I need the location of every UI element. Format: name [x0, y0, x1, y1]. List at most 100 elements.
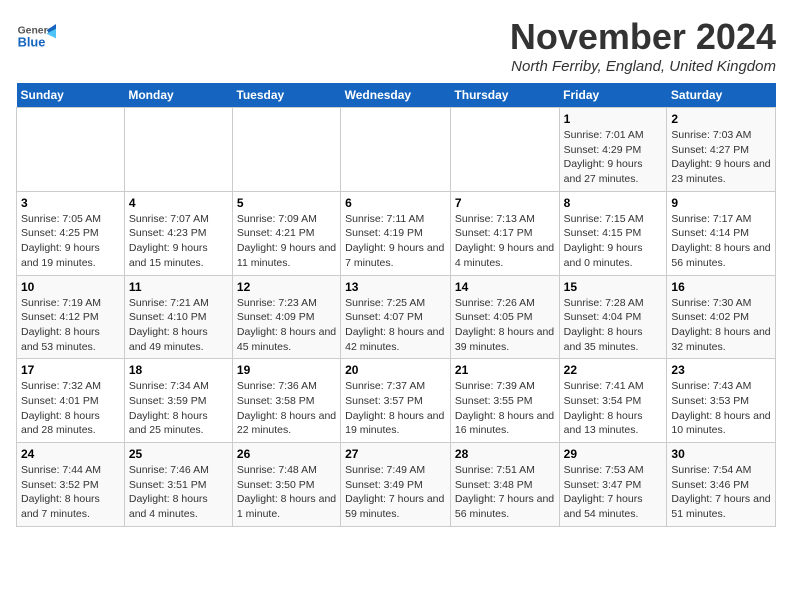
day-cell: 8 Sunrise: 7:15 AM Sunset: 4:15 PM Daylig…	[559, 191, 667, 275]
day-cell: 15Sunrise: 7:28 AM Sunset: 4:04 PM Dayli…	[559, 275, 667, 359]
day-info: Sunrise: 7:48 AM Sunset: 3:50 PM Dayligh…	[237, 463, 336, 522]
day-info: Sunrise: 7:15 AM Sunset: 4:15 PM Dayligh…	[564, 212, 663, 271]
day-number: 5	[237, 196, 336, 210]
day-number: 6	[345, 196, 446, 210]
header-cell-sunday: Sunday	[17, 83, 125, 108]
day-info: Sunrise: 7:51 AM Sunset: 3:48 PM Dayligh…	[455, 463, 555, 522]
day-info: Sunrise: 7:37 AM Sunset: 3:57 PM Dayligh…	[345, 379, 446, 438]
day-info: Sunrise: 7:43 AM Sunset: 3:53 PM Dayligh…	[671, 379, 771, 438]
day-number: 26	[237, 447, 336, 461]
day-info: Sunrise: 7:21 AM Sunset: 4:10 PM Dayligh…	[129, 296, 228, 355]
day-number: 2	[671, 112, 771, 126]
day-cell: 18 Sunrise: 7:34 AM Sunset: 3:59 PM Dayli…	[124, 359, 232, 443]
day-info: Sunrise: 7:17 AM Sunset: 4:14 PM Dayligh…	[671, 212, 771, 271]
day-number: 29	[564, 447, 663, 461]
svg-text:Blue: Blue	[18, 34, 46, 49]
day-cell: 12Sunrise: 7:23 AM Sunset: 4:09 PM Dayli…	[232, 275, 340, 359]
day-cell: 26 Sunrise: 7:48 AM Sunset: 3:50 PM Dayli…	[232, 443, 340, 527]
logo-icon: General Blue	[16, 16, 56, 56]
day-cell: 23 Sunrise: 7:43 AM Sunset: 3:53 PM Dayli…	[667, 359, 776, 443]
day-cell: 20 Sunrise: 7:37 AM Sunset: 3:57 PM Dayli…	[341, 359, 451, 443]
week-row-4: 17Sunrise: 7:32 AM Sunset: 4:01 PM Dayli…	[17, 359, 776, 443]
header-row: SundayMondayTuesdayWednesdayThursdayFrid…	[17, 83, 776, 108]
day-number: 21	[455, 363, 555, 377]
day-number: 23	[671, 363, 771, 377]
day-info: Sunrise: 7:41 AM Sunset: 3:54 PM Dayligh…	[564, 379, 663, 438]
week-row-2: 3Sunrise: 7:05 AM Sunset: 4:25 PM Daylig…	[17, 191, 776, 275]
month-title: November 2024	[510, 16, 776, 58]
header-cell-saturday: Saturday	[667, 83, 776, 108]
week-row-1: 1Sunrise: 7:01 AM Sunset: 4:29 PM Daylig…	[17, 108, 776, 192]
day-info: Sunrise: 7:44 AM Sunset: 3:52 PM Dayligh…	[21, 463, 120, 522]
day-cell: 17Sunrise: 7:32 AM Sunset: 4:01 PM Dayli…	[17, 359, 125, 443]
day-cell	[341, 108, 451, 192]
day-info: Sunrise: 7:30 AM Sunset: 4:02 PM Dayligh…	[671, 296, 771, 355]
day-cell: 25 Sunrise: 7:46 AM Sunset: 3:51 PM Dayli…	[124, 443, 232, 527]
day-cell	[17, 108, 125, 192]
day-number: 7	[455, 196, 555, 210]
day-number: 28	[455, 447, 555, 461]
calendar-header: SundayMondayTuesdayWednesdayThursdayFrid…	[17, 83, 776, 108]
day-number: 9	[671, 196, 771, 210]
day-number: 4	[129, 196, 228, 210]
day-number: 20	[345, 363, 446, 377]
day-number: 14	[455, 280, 555, 294]
day-cell: 4 Sunrise: 7:07 AM Sunset: 4:23 PM Daylig…	[124, 191, 232, 275]
header-cell-tuesday: Tuesday	[232, 83, 340, 108]
day-info: Sunrise: 7:34 AM Sunset: 3:59 PM Dayligh…	[129, 379, 228, 438]
calendar-table: SundayMondayTuesdayWednesdayThursdayFrid…	[16, 83, 776, 527]
day-cell: 5 Sunrise: 7:09 AM Sunset: 4:21 PM Daylig…	[232, 191, 340, 275]
day-info: Sunrise: 7:49 AM Sunset: 3:49 PM Dayligh…	[345, 463, 446, 522]
day-cell: 24 Sunrise: 7:44 AM Sunset: 3:52 PM Dayli…	[17, 443, 125, 527]
day-number: 19	[237, 363, 336, 377]
day-info: Sunrise: 7:25 AM Sunset: 4:07 PM Dayligh…	[345, 296, 446, 355]
day-cell: 10Sunrise: 7:19 AM Sunset: 4:12 PM Dayli…	[17, 275, 125, 359]
day-number: 13	[345, 280, 446, 294]
day-cell: 30Sunrise: 7:54 AM Sunset: 3:46 PM Dayli…	[667, 443, 776, 527]
day-cell	[124, 108, 232, 192]
day-number: 12	[237, 280, 336, 294]
day-number: 24	[21, 447, 120, 461]
day-number: 18	[129, 363, 228, 377]
header: General Blue November 2024 North Ferriby…	[16, 16, 776, 75]
day-number: 11	[129, 280, 228, 294]
day-info: Sunrise: 7:32 AM Sunset: 4:01 PM Dayligh…	[21, 379, 120, 438]
day-cell: 14 Sunrise: 7:26 AM Sunset: 4:05 PM Dayli…	[450, 275, 559, 359]
day-number: 8	[564, 196, 663, 210]
day-info: Sunrise: 7:03 AM Sunset: 4:27 PM Dayligh…	[671, 128, 771, 187]
day-info: Sunrise: 7:01 AM Sunset: 4:29 PM Dayligh…	[564, 128, 663, 187]
day-cell: 1Sunrise: 7:01 AM Sunset: 4:29 PM Daylig…	[559, 108, 667, 192]
day-cell: 16 Sunrise: 7:30 AM Sunset: 4:02 PM Dayli…	[667, 275, 776, 359]
day-info: Sunrise: 7:09 AM Sunset: 4:21 PM Dayligh…	[237, 212, 336, 271]
day-info: Sunrise: 7:54 AM Sunset: 3:46 PM Dayligh…	[671, 463, 771, 522]
day-cell: 21 Sunrise: 7:39 AM Sunset: 3:55 PM Dayli…	[450, 359, 559, 443]
day-number: 3	[21, 196, 120, 210]
day-info: Sunrise: 7:13 AM Sunset: 4:17 PM Dayligh…	[455, 212, 555, 271]
location: North Ferriby, England, United Kingdom	[510, 58, 776, 75]
day-cell	[450, 108, 559, 192]
day-info: Sunrise: 7:36 AM Sunset: 3:58 PM Dayligh…	[237, 379, 336, 438]
day-cell: 27Sunrise: 7:49 AM Sunset: 3:49 PM Dayli…	[341, 443, 451, 527]
day-cell: 22 Sunrise: 7:41 AM Sunset: 3:54 PM Dayli…	[559, 359, 667, 443]
day-info: Sunrise: 7:46 AM Sunset: 3:51 PM Dayligh…	[129, 463, 228, 522]
day-cell: 13 Sunrise: 7:25 AM Sunset: 4:07 PM Dayli…	[341, 275, 451, 359]
day-info: Sunrise: 7:53 AM Sunset: 3:47 PM Dayligh…	[564, 463, 663, 522]
header-cell-wednesday: Wednesday	[341, 83, 451, 108]
day-number: 22	[564, 363, 663, 377]
calendar-body: 1Sunrise: 7:01 AM Sunset: 4:29 PM Daylig…	[17, 108, 776, 527]
header-cell-thursday: Thursday	[450, 83, 559, 108]
day-cell	[232, 108, 340, 192]
day-info: Sunrise: 7:39 AM Sunset: 3:55 PM Dayligh…	[455, 379, 555, 438]
day-cell: 2 Sunrise: 7:03 AM Sunset: 4:27 PM Daylig…	[667, 108, 776, 192]
week-row-5: 24 Sunrise: 7:44 AM Sunset: 3:52 PM Dayli…	[17, 443, 776, 527]
day-info: Sunrise: 7:07 AM Sunset: 4:23 PM Dayligh…	[129, 212, 228, 271]
week-row-3: 10Sunrise: 7:19 AM Sunset: 4:12 PM Dayli…	[17, 275, 776, 359]
day-number: 10	[21, 280, 120, 294]
day-info: Sunrise: 7:26 AM Sunset: 4:05 PM Dayligh…	[455, 296, 555, 355]
day-info: Sunrise: 7:11 AM Sunset: 4:19 PM Dayligh…	[345, 212, 446, 271]
day-number: 25	[129, 447, 228, 461]
day-number: 16	[671, 280, 771, 294]
title-area: November 2024 North Ferriby, England, Un…	[510, 16, 776, 75]
day-cell: 9 Sunrise: 7:17 AM Sunset: 4:14 PM Daylig…	[667, 191, 776, 275]
day-cell: 29 Sunrise: 7:53 AM Sunset: 3:47 PM Dayli…	[559, 443, 667, 527]
